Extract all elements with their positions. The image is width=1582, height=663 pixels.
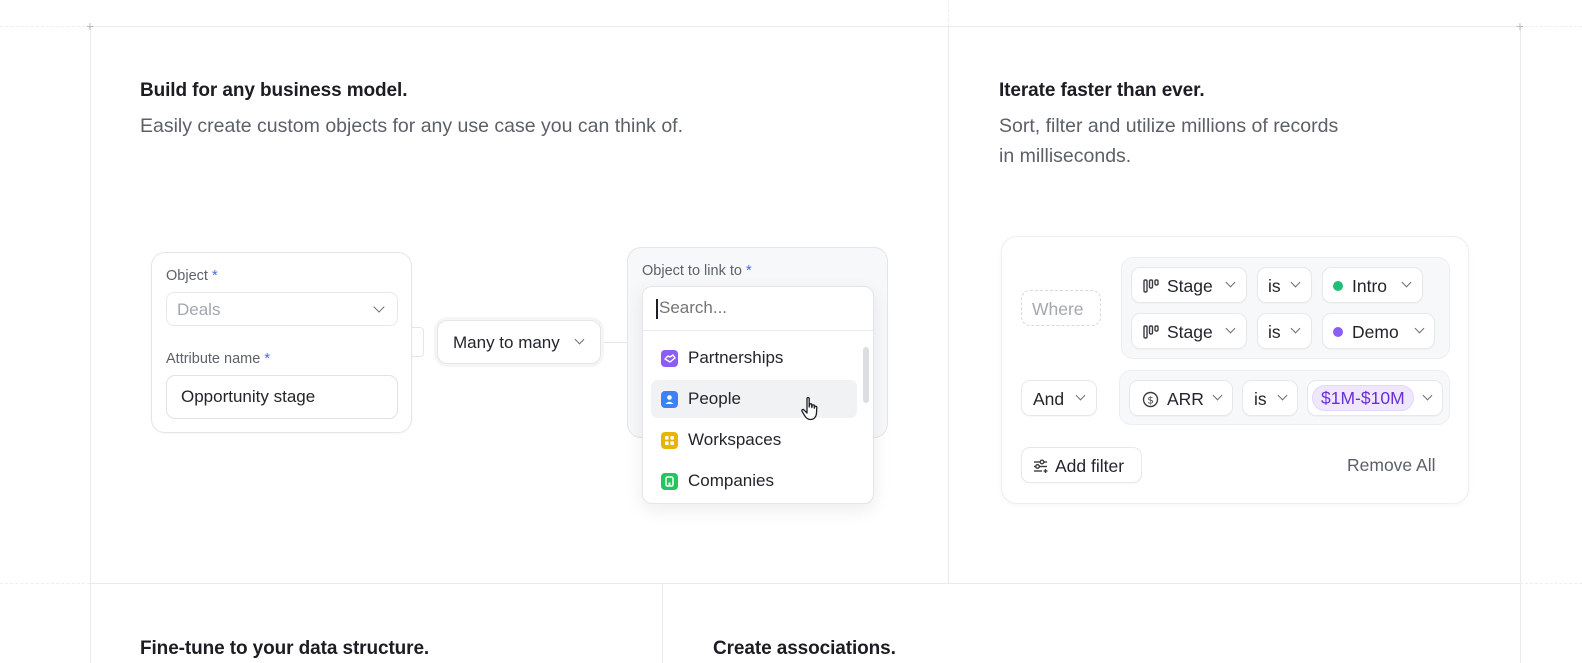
grid-line xyxy=(90,26,1520,27)
dropdown-item-label: Companies xyxy=(688,471,774,490)
chevron-down-icon xyxy=(1401,277,1412,288)
grid-line xyxy=(1520,26,1521,663)
filter-attribute-chip[interactable]: Stage xyxy=(1131,313,1247,349)
chevron-down-icon xyxy=(1277,390,1288,401)
section-title: Fine-tune to your data structure. xyxy=(140,638,430,659)
plus-marker-icon: + xyxy=(85,18,95,34)
dropdown-item-label: Workspaces xyxy=(688,430,782,449)
filter-group: $ ARR is $1M-$10M xyxy=(1119,370,1450,425)
chevron-down-icon xyxy=(1422,390,1433,401)
text-caret xyxy=(656,299,658,319)
chevron-down-icon xyxy=(1290,277,1301,288)
dropdown-item-people[interactable]: People xyxy=(651,380,857,418)
dropdown-item-partnerships[interactable]: Partnerships xyxy=(651,339,857,377)
grid-line xyxy=(1520,583,1582,584)
where-label-box: Where xyxy=(1021,290,1101,326)
filter-operator-chip[interactable]: is xyxy=(1257,267,1312,303)
section-title: Iterate faster than ever. xyxy=(999,80,1205,101)
add-filter-button[interactable]: Add filter xyxy=(1021,447,1142,483)
filter-attribute-chip[interactable]: Stage xyxy=(1131,267,1247,303)
building-icon xyxy=(661,473,678,490)
grid-line xyxy=(90,583,1520,584)
and-operator-chip[interactable]: And xyxy=(1021,380,1097,416)
chevron-down-icon xyxy=(1075,390,1086,401)
filter-value-chip[interactable]: Intro xyxy=(1322,267,1423,303)
section-subtitle: Sort, filter and utilize millions of rec… xyxy=(999,115,1339,167)
section-title: Build for any business model. xyxy=(140,80,408,101)
stage-icon xyxy=(1143,279,1159,293)
filter-operator-chip[interactable]: is xyxy=(1257,313,1312,349)
chevron-down-icon xyxy=(1290,323,1301,334)
svg-text:$: $ xyxy=(1147,395,1153,406)
object-dropdown: Partnerships People Workspaces Companies xyxy=(642,286,874,504)
person-icon xyxy=(661,391,678,408)
filter-operator-chip[interactable]: is xyxy=(1242,380,1298,416)
attribute-name-input[interactable]: Opportunity stage xyxy=(166,375,398,419)
chevron-down-icon xyxy=(373,301,385,313)
chevron-down-icon xyxy=(1212,390,1223,401)
dropdown-item-label: People xyxy=(688,389,741,408)
sliders-icon xyxy=(1034,459,1048,473)
dropdown-search xyxy=(643,287,873,331)
dropdown-item-companies[interactable]: Companies xyxy=(651,462,857,500)
chevron-down-icon xyxy=(574,334,585,345)
status-dot-icon xyxy=(1333,281,1343,291)
attribute-name-value: Opportunity stage xyxy=(181,387,316,406)
hand-cursor-icon xyxy=(801,396,818,421)
grid-icon xyxy=(661,432,678,449)
dropdown-item-workspaces[interactable]: Workspaces xyxy=(651,421,857,459)
grid-line xyxy=(948,0,949,26)
filter-value-chip[interactable]: Demo xyxy=(1322,313,1435,349)
relationship-type-select[interactable]: Many to many xyxy=(437,320,601,364)
grid-line xyxy=(0,583,90,584)
filter-card: Where Stage is Intro Stage is Demo And $… xyxy=(1001,236,1469,504)
handshake-icon xyxy=(661,350,678,367)
object-select-value: Deals xyxy=(177,300,221,319)
connector-line xyxy=(411,327,424,357)
relationship-type-label: Many to many xyxy=(453,333,560,352)
grid-line xyxy=(662,583,663,663)
filter-value-chip[interactable]: $1M-$10M xyxy=(1307,380,1443,416)
link-field-label: Object to link to * xyxy=(642,263,752,279)
plus-marker-icon: + xyxy=(1515,18,1525,34)
section-subtitle: Easily create custom objects for any use… xyxy=(140,115,684,137)
stage-icon xyxy=(1143,325,1159,339)
status-dot-icon xyxy=(1333,327,1343,337)
object-field-label: Object * xyxy=(166,268,218,284)
chevron-down-icon xyxy=(1414,323,1425,334)
currency-icon: $ xyxy=(1142,391,1159,408)
grid-line xyxy=(948,26,949,583)
attribute-field-label: Attribute name * xyxy=(166,351,270,367)
chevron-down-icon xyxy=(1225,277,1236,288)
search-input[interactable] xyxy=(659,298,839,318)
section-title: Create associations. xyxy=(713,638,896,659)
grid-line xyxy=(1520,26,1582,27)
dropdown-scrollbar[interactable] xyxy=(863,347,869,403)
grid-line xyxy=(0,26,90,27)
dropdown-item-label: Partnerships xyxy=(688,348,784,367)
filter-group: Stage is Intro Stage is Demo xyxy=(1121,257,1450,359)
filter-attribute-chip[interactable]: $ ARR xyxy=(1129,380,1233,416)
value-tag: $1M-$10M xyxy=(1312,385,1414,411)
grid-line xyxy=(90,26,91,663)
connector-line xyxy=(602,342,628,343)
chevron-down-icon xyxy=(1225,323,1236,334)
remove-all-button[interactable]: Remove All xyxy=(1347,455,1436,476)
object-select[interactable]: Deals xyxy=(166,292,398,326)
object-form-card: Object * Deals Attribute name * Opportun… xyxy=(151,252,412,433)
